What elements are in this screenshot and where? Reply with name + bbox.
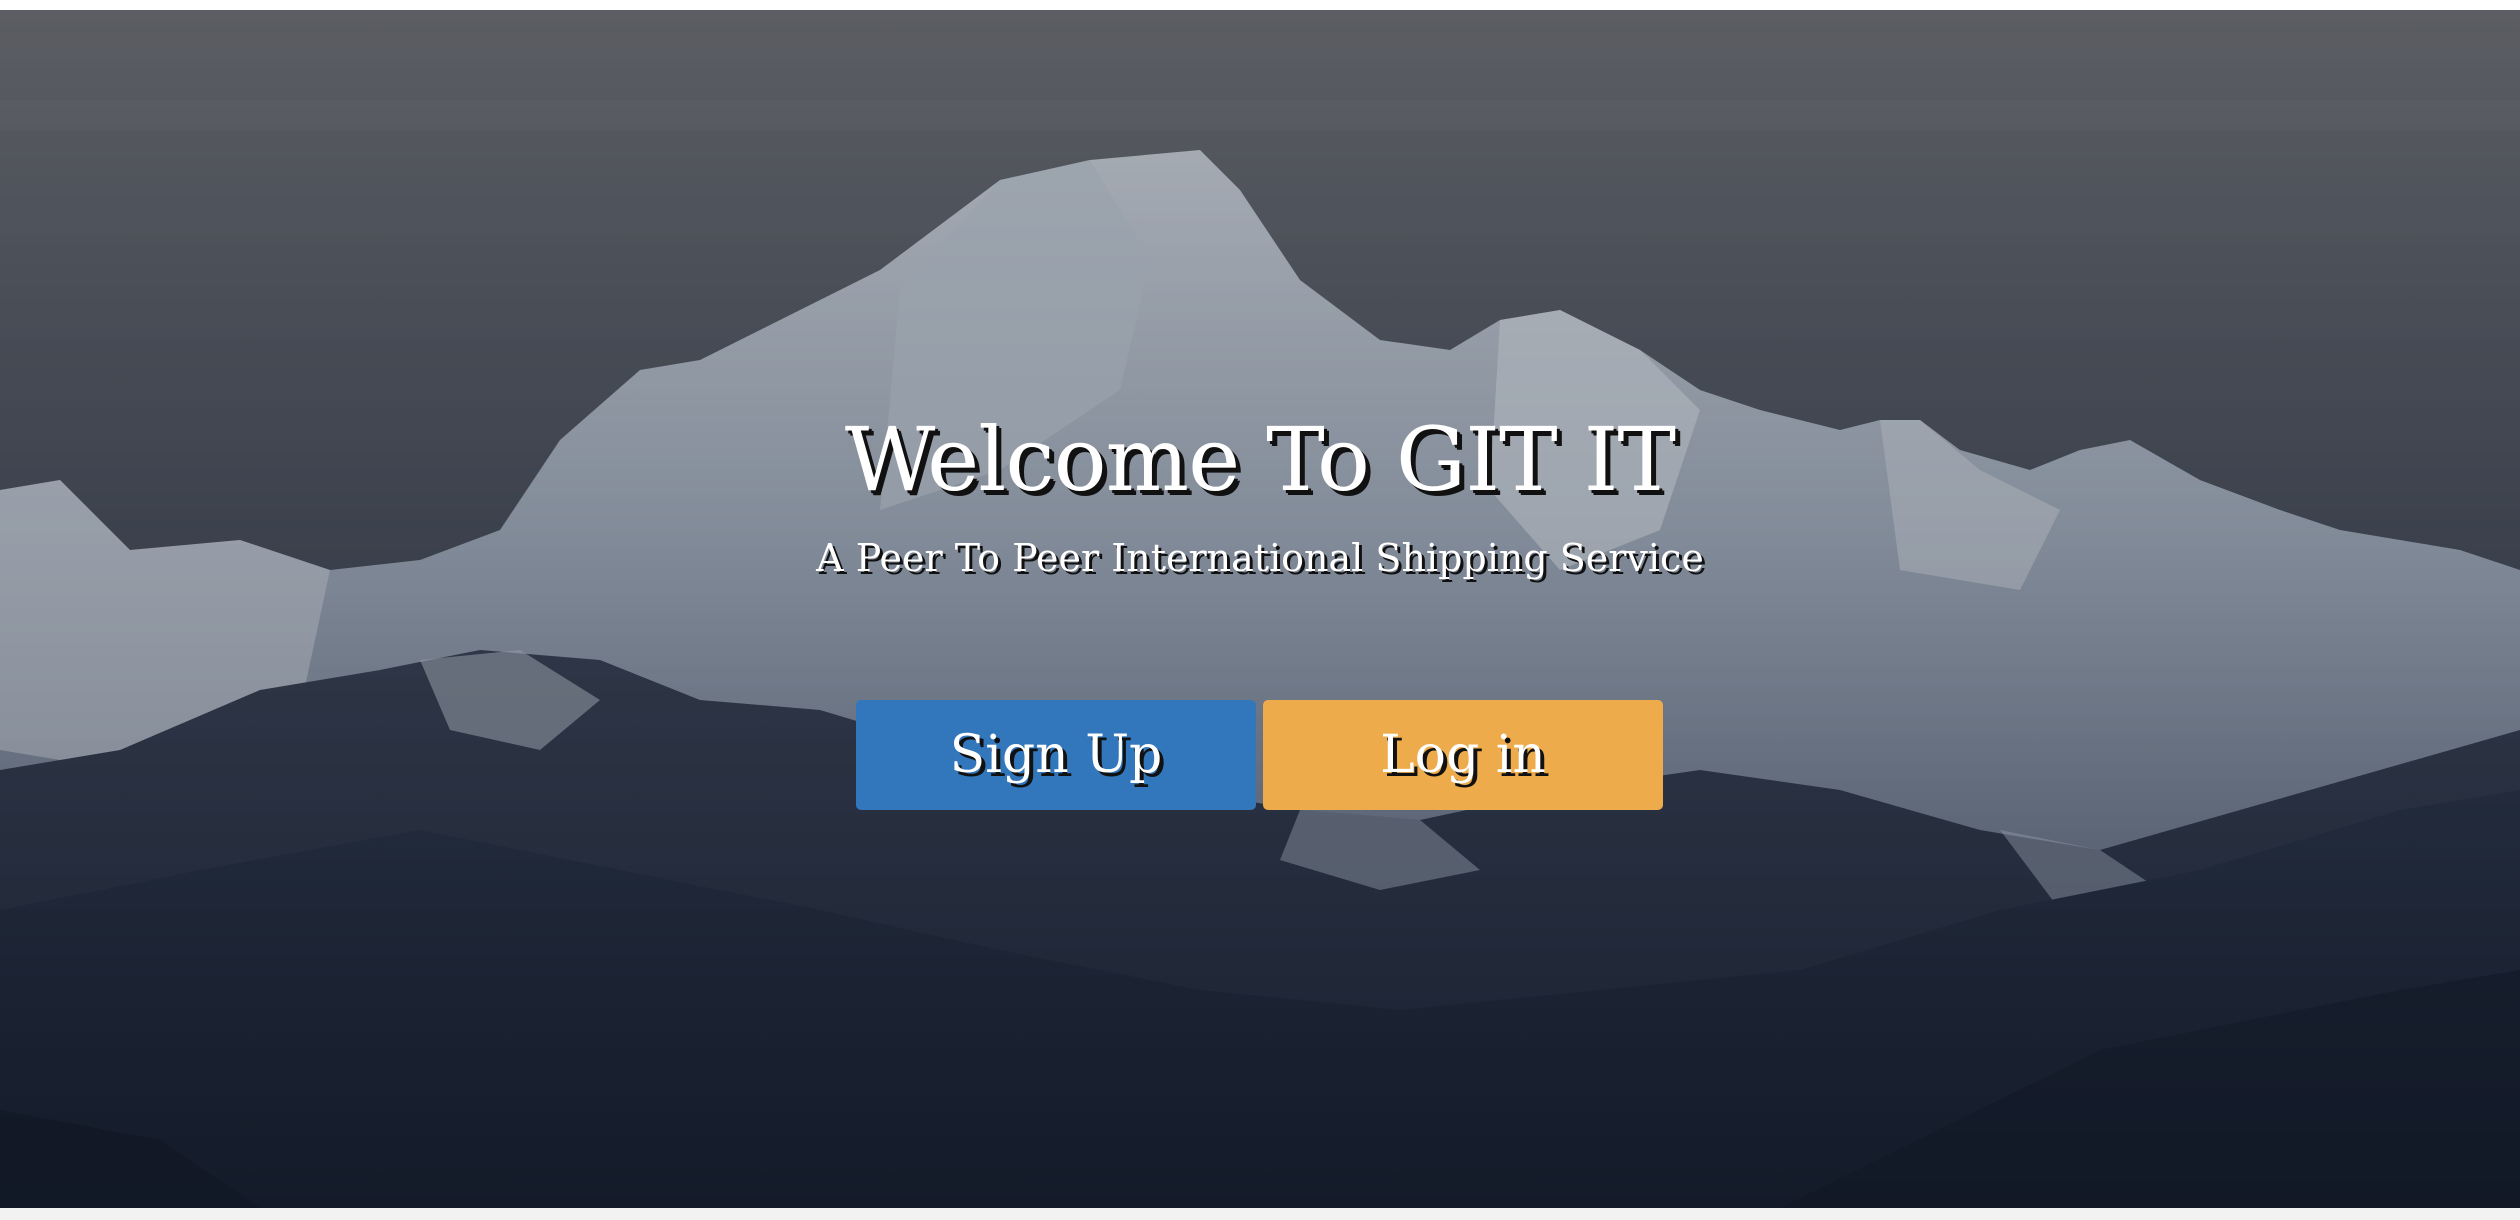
page-title: Welcome To GIT IT: [844, 408, 1676, 511]
hero-section: Welcome To GIT IT A Peer To Peer Interna…: [0, 10, 2520, 1208]
signup-button[interactable]: Sign Up: [856, 700, 1256, 810]
page-subtitle: A Peer To Peer International Shipping Se…: [816, 536, 1704, 580]
page-footer-strip: [0, 1208, 2520, 1220]
mountain-background-image: [0, 10, 2520, 1208]
login-button[interactable]: Log in: [1263, 700, 1663, 810]
